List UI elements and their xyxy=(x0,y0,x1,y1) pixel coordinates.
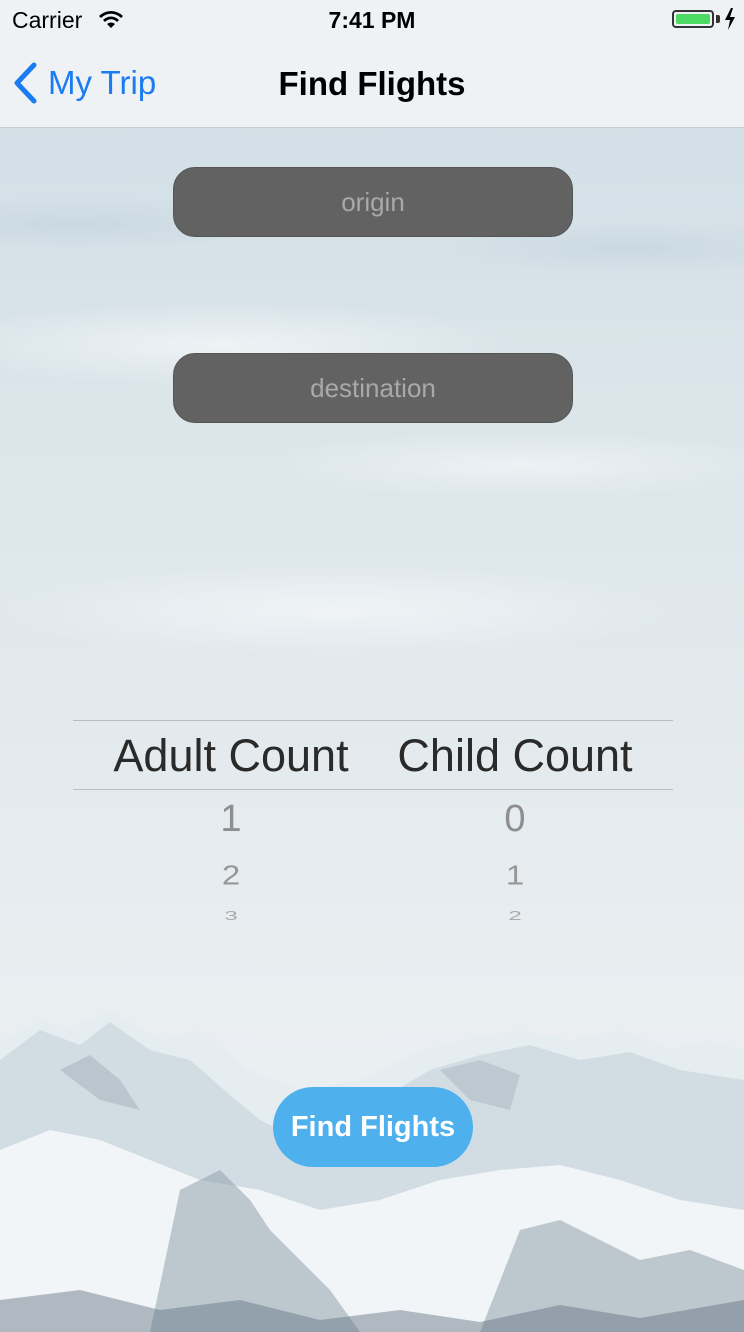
picker-option[interactable]: 2 xyxy=(81,859,381,891)
picker-column-child[interactable]: Child Count 0 1 2 xyxy=(365,720,665,923)
picker-option[interactable]: 1 xyxy=(365,859,665,891)
status-time: 7:41 PM xyxy=(328,7,416,33)
origin-input[interactable] xyxy=(173,167,573,237)
picker-column-adult[interactable]: Adult Count 1 2 3 xyxy=(81,720,381,923)
battery-icon xyxy=(672,10,714,28)
status-bar: Carrier 7:41 PM xyxy=(0,0,744,40)
find-flights-button[interactable]: Find Flights xyxy=(273,1087,473,1167)
picker-selected-child: Child Count xyxy=(397,730,633,781)
picker-option[interactable]: 3 xyxy=(81,908,381,923)
battery-tip xyxy=(716,15,720,23)
passenger-count-picker[interactable]: Adult Count 1 2 3 Child Count 0 1 2 xyxy=(73,720,673,940)
picker-option[interactable]: 1 xyxy=(81,798,381,841)
picker-option[interactable]: 2 xyxy=(365,908,665,923)
page-title: Find Flights xyxy=(278,65,466,102)
picker-option[interactable]: 0 xyxy=(365,798,665,841)
picker-selected-adult: Adult Count xyxy=(113,730,349,781)
destination-input[interactable] xyxy=(173,353,573,423)
find-flights-screen: Carrier 7:41 PM My Trip Find Flights ori… xyxy=(0,0,744,1332)
navigation-bar: My Trip Find Flights xyxy=(0,40,744,128)
charging-icon xyxy=(724,8,736,36)
